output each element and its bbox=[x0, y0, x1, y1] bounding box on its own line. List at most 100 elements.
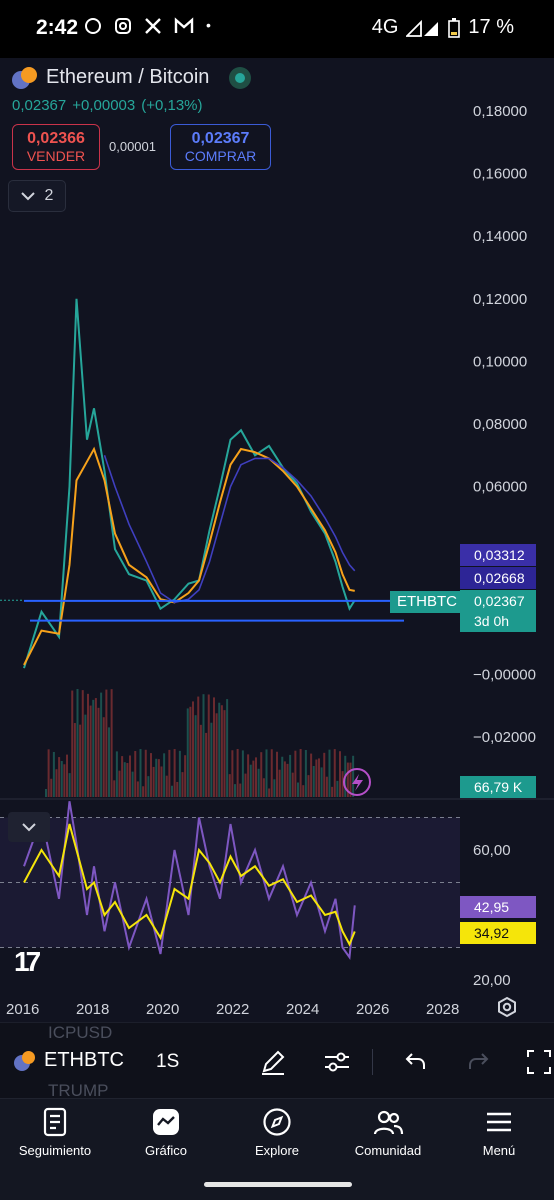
volume-bar bbox=[134, 751, 137, 797]
volume-bar bbox=[189, 706, 192, 797]
time-axis-label: 2016 bbox=[6, 1001, 39, 1018]
volume-bar bbox=[255, 757, 257, 797]
fullscreen-icon[interactable] bbox=[524, 1047, 554, 1077]
sell-label: VENDER bbox=[26, 148, 86, 164]
volume-bar bbox=[47, 749, 50, 797]
volume-bar bbox=[110, 689, 113, 797]
settings-gear-icon[interactable] bbox=[496, 996, 518, 1018]
redo-icon[interactable] bbox=[464, 1047, 494, 1077]
buy-price: 0,02367 bbox=[191, 130, 250, 147]
volume-bar bbox=[302, 785, 305, 797]
time-axis-label: 2020 bbox=[146, 1001, 179, 1018]
volume-bar bbox=[68, 773, 71, 797]
volume-bar bbox=[318, 758, 320, 797]
volume-bar bbox=[312, 766, 315, 797]
rsi-band bbox=[0, 817, 460, 948]
bar-countdown-tag: 3d 0h bbox=[460, 610, 536, 632]
volume-bar bbox=[286, 763, 289, 797]
nav-community[interactable]: Comunidad bbox=[333, 1107, 443, 1158]
volume-bar bbox=[281, 756, 284, 797]
symbol-title: Ethereum / Bitcoin bbox=[46, 66, 210, 88]
volume-bar bbox=[92, 699, 95, 797]
symbol-header[interactable]: Ethereum / Bitcoin bbox=[12, 66, 252, 89]
volume-bar bbox=[339, 751, 341, 797]
volume-bar bbox=[160, 766, 163, 797]
volume-bar bbox=[310, 753, 313, 797]
volume-bar bbox=[76, 689, 79, 797]
rsi-pane-collapse-button[interactable] bbox=[8, 812, 50, 842]
volume-bar bbox=[66, 754, 68, 797]
rsi-axis-label: 60,00 bbox=[473, 842, 511, 859]
volume-bar bbox=[100, 692, 103, 797]
volume-bar bbox=[210, 722, 213, 797]
watchlist-icon bbox=[43, 1107, 67, 1137]
volume-bar bbox=[270, 749, 273, 797]
volume-bar bbox=[152, 766, 155, 797]
volume-bar bbox=[336, 780, 339, 797]
volume-bar bbox=[186, 708, 189, 797]
ma-slow-line bbox=[103, 455, 356, 604]
nav-chart[interactable]: Gráfico bbox=[111, 1107, 221, 1158]
volume-bar bbox=[184, 755, 187, 797]
volume-bar bbox=[171, 785, 173, 797]
symbol-search-button[interactable]: ETHBTC bbox=[14, 1049, 124, 1072]
volume-bar bbox=[236, 749, 239, 797]
rsi-axis-label: 20,00 bbox=[473, 972, 511, 989]
volume-bar bbox=[55, 769, 58, 797]
volume-bar bbox=[97, 707, 100, 797]
interval-button[interactable]: 1S bbox=[156, 1051, 179, 1073]
volume-bar bbox=[87, 693, 89, 797]
sell-button[interactable]: 0,02366 VENDER bbox=[12, 124, 100, 170]
market-open-icon bbox=[229, 66, 252, 89]
volume-bar bbox=[63, 764, 66, 797]
nav-label: Gráfico bbox=[145, 1143, 187, 1158]
time-axis-label: 2024 bbox=[286, 1001, 319, 1018]
nav-explore[interactable]: Explore bbox=[222, 1107, 332, 1158]
price-axis-label: 0,14000 bbox=[473, 228, 527, 245]
ma-fast-line bbox=[23, 446, 355, 666]
volume-bar bbox=[299, 749, 302, 797]
price-axis-label: 0,16000 bbox=[473, 166, 527, 183]
volume-bar bbox=[73, 723, 76, 797]
volume-bar bbox=[325, 776, 328, 797]
volume-bar bbox=[231, 750, 234, 797]
volume-bar bbox=[215, 713, 218, 797]
volume-bar bbox=[147, 776, 150, 797]
nav-label: Seguimiento bbox=[18, 1143, 92, 1158]
volume-bar bbox=[320, 767, 323, 797]
price-change: +0,00003 bbox=[72, 97, 136, 114]
last-price-tag: 0,02367 bbox=[460, 590, 536, 612]
volume-bar bbox=[129, 755, 131, 797]
nav-watchlist[interactable]: Seguimiento bbox=[0, 1107, 110, 1158]
volume-bar bbox=[207, 694, 210, 797]
volume-bar bbox=[331, 786, 334, 797]
time-axis-label: 2026 bbox=[356, 1001, 389, 1018]
nav-menu[interactable]: Menú bbox=[444, 1107, 554, 1158]
volume-bar bbox=[283, 761, 286, 797]
volume-bar bbox=[249, 764, 252, 797]
chevron-down-icon bbox=[20, 192, 35, 201]
nav-label: Explore bbox=[254, 1143, 300, 1158]
price-change-row: 0,02367 +0,00003 (+0,13%) bbox=[12, 97, 203, 114]
volume-bar bbox=[163, 753, 166, 797]
indicators-sliders-icon[interactable] bbox=[322, 1047, 352, 1077]
undo-icon[interactable] bbox=[400, 1047, 430, 1077]
volume-bar bbox=[157, 759, 160, 797]
volume-bar bbox=[71, 690, 74, 797]
volume-bar bbox=[181, 772, 184, 797]
volume-bar bbox=[289, 754, 292, 797]
volume-bar bbox=[173, 749, 176, 797]
volume-bar bbox=[52, 751, 55, 797]
price-axis-label: 0,08000 bbox=[473, 416, 527, 433]
ma-fast-price-tag: 0,02668 bbox=[460, 567, 536, 589]
indicators-toggle-button[interactable]: 2 bbox=[8, 180, 66, 212]
volume-bar bbox=[205, 732, 208, 797]
volume-bar bbox=[178, 750, 181, 797]
time-axis-label: 2018 bbox=[76, 1001, 109, 1018]
compass-icon bbox=[263, 1108, 291, 1136]
toolbar-divider bbox=[372, 1049, 373, 1075]
price-axis-label: −0,00000 bbox=[473, 666, 536, 683]
draw-pencil-icon[interactable] bbox=[258, 1047, 288, 1077]
volume-bar bbox=[144, 749, 147, 797]
buy-button[interactable]: 0,02367 COMPRAR bbox=[170, 124, 271, 170]
